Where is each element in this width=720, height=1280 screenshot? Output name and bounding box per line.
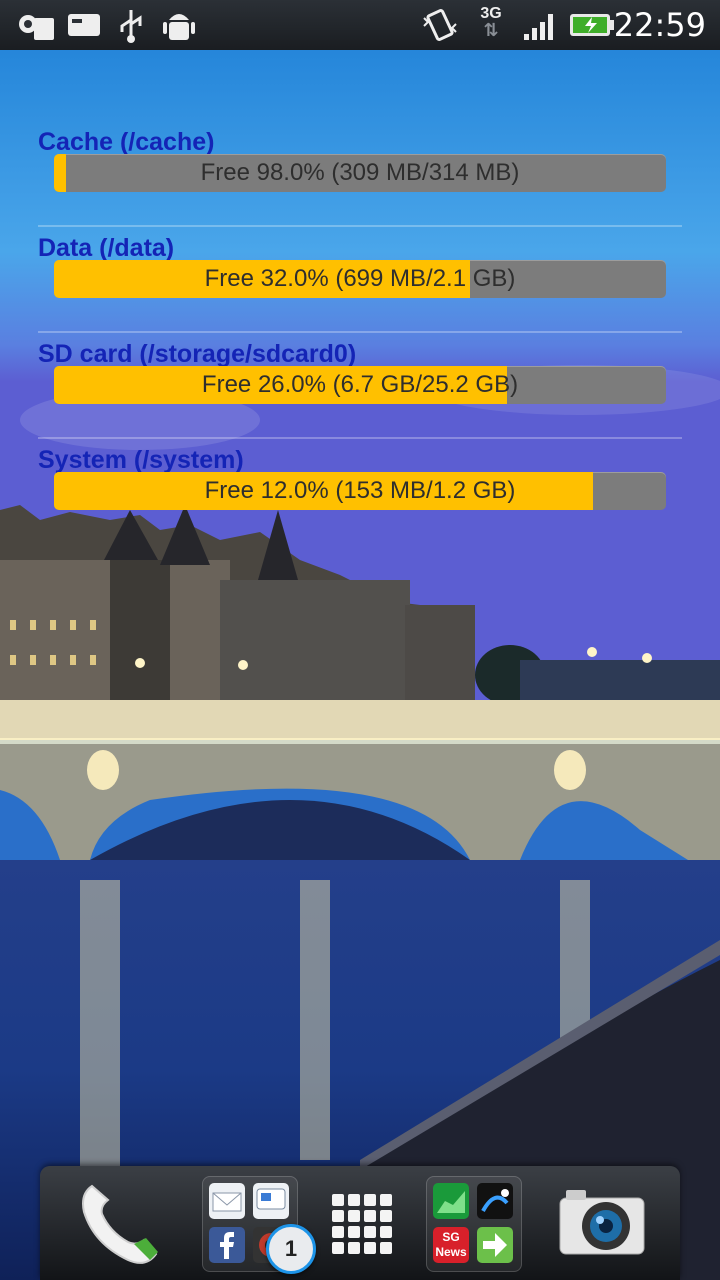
news-app-icon: SG News bbox=[433, 1227, 469, 1263]
android-debug-icon bbox=[163, 14, 195, 40]
battery-charging-icon bbox=[570, 14, 614, 36]
storage-summary: Free 98.0% (309 MB/314 MB) bbox=[200, 159, 520, 186]
clock: 22:59 bbox=[613, 6, 706, 44]
signal-strength-icon bbox=[524, 14, 553, 40]
storage-label: Data (/data) bbox=[38, 234, 175, 262]
storage-label: Cache (/cache) bbox=[38, 128, 215, 156]
phone-button[interactable] bbox=[70, 1174, 170, 1274]
app-folder-tools[interactable]: SG News bbox=[426, 1176, 522, 1272]
arrow-app-icon bbox=[477, 1227, 513, 1263]
notification-badge: 1 bbox=[266, 1224, 316, 1274]
usb-icon bbox=[120, 10, 142, 43]
news-app-label: SG News bbox=[435, 1230, 467, 1259]
storage-item-cache[interactable]: Cache (/cache) Free 98.0% (309 MB/314 MB… bbox=[38, 128, 682, 234]
storage-item-system[interactable]: System (/system) Free 12.0% (153 MB/1.2 … bbox=[38, 446, 682, 552]
voicemail-icon bbox=[19, 15, 54, 40]
messages-icon bbox=[253, 1183, 289, 1219]
camera-button[interactable] bbox=[552, 1174, 652, 1274]
storage-label: SD card (/storage/sdcard0) bbox=[38, 340, 357, 368]
storage-bar: Free 26.0% (6.7 GB/25.2 GB) bbox=[54, 366, 666, 404]
divider bbox=[38, 437, 682, 439]
app-grid-icon bbox=[332, 1194, 392, 1254]
dock: SG News bbox=[40, 1166, 680, 1280]
camera-icon bbox=[559, 1190, 645, 1255]
storage-item-sdcard[interactable]: SD card (/storage/sdcard0) Free 26.0% (6… bbox=[38, 340, 682, 446]
storage-item-data[interactable]: Data (/data) Free 32.0% (699 MB/2.1 GB) bbox=[38, 234, 682, 340]
facebook-icon bbox=[209, 1227, 245, 1263]
divider bbox=[38, 331, 682, 333]
storage-bar: Free 12.0% (153 MB/1.2 GB) bbox=[54, 472, 666, 510]
storage-summary: Free 26.0% (6.7 GB/25.2 GB) bbox=[201, 371, 519, 398]
network-type-3g: 3G ⇅ bbox=[474, 6, 508, 44]
all-apps-button[interactable] bbox=[312, 1174, 412, 1274]
stocks-icon bbox=[433, 1183, 469, 1219]
storage-label: System (/system) bbox=[38, 446, 244, 474]
storage-summary: Free 12.0% (153 MB/1.2 GB) bbox=[204, 477, 516, 504]
mail-icon bbox=[209, 1183, 245, 1219]
storage-widget[interactable]: Cache (/cache) Free 98.0% (309 MB/314 MB… bbox=[38, 128, 682, 552]
storage-bar: Free 32.0% (699 MB/2.1 GB) bbox=[54, 260, 666, 298]
phone-icon bbox=[82, 1184, 158, 1264]
data-arrows-icon: ⇅ bbox=[483, 20, 499, 40]
vibrate-icon bbox=[423, 8, 457, 42]
divider bbox=[38, 225, 682, 227]
navigation-icon bbox=[477, 1183, 513, 1219]
status-bar: 3G ⇅ 22:59 bbox=[0, 0, 720, 50]
email-icon bbox=[68, 14, 100, 36]
storage-summary: Free 32.0% (699 MB/2.1 GB) bbox=[204, 265, 516, 292]
storage-bar: Free 98.0% (309 MB/314 MB) bbox=[54, 154, 666, 192]
